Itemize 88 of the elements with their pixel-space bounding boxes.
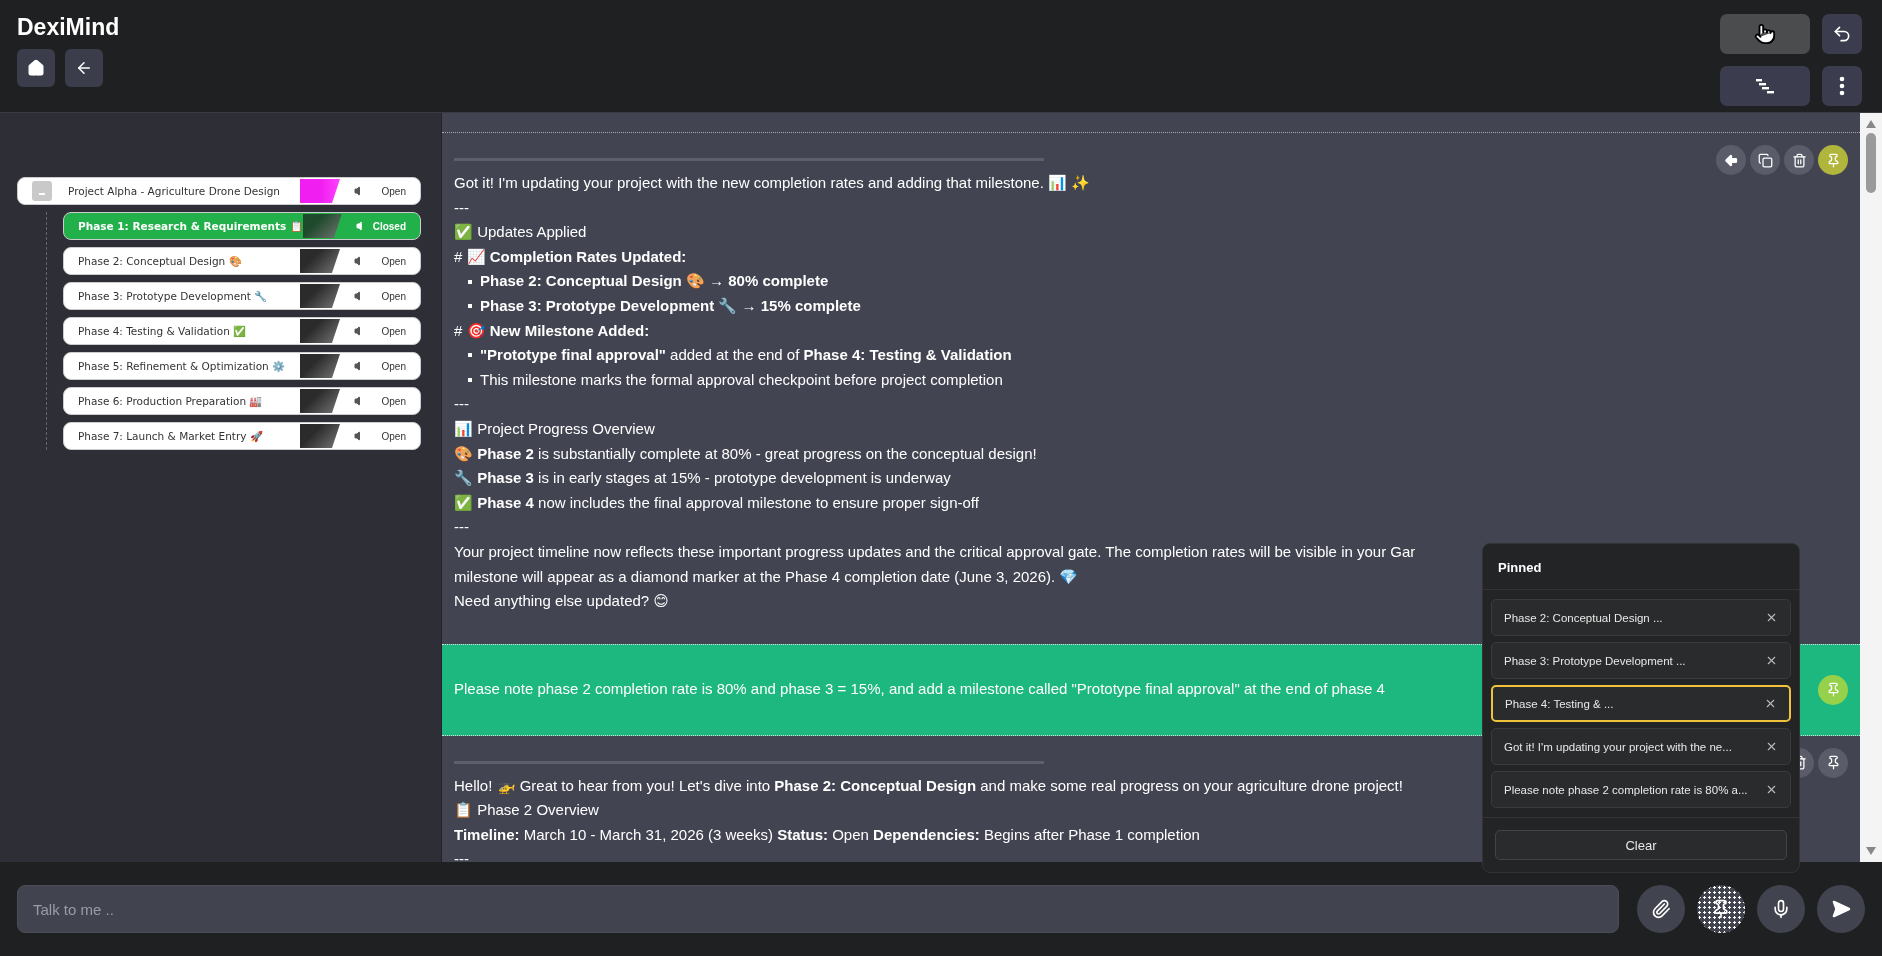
close-icon[interactable] — [1765, 783, 1778, 796]
pinned-item[interactable]: Phase 4: Testing & ... — [1491, 685, 1791, 722]
steps-icon — [1755, 78, 1775, 94]
attach-button[interactable] — [1637, 885, 1685, 933]
menu-icon — [1839, 76, 1845, 96]
message-text: 📋 Phase 2 Overview — [454, 800, 599, 821]
message-text: 🔧 Phase 3 is in early stages at 15% - prototype development is underway — [454, 468, 951, 489]
message-text: --- — [454, 517, 469, 538]
message-text: Phase 3: Prototype Development 🔧 → 15% complete — [480, 295, 861, 316]
message-text: ✅ Updates Applied — [454, 222, 587, 243]
message-text: # 🎯 New Milestone Added: — [454, 320, 650, 341]
close-icon[interactable] — [1765, 654, 1778, 667]
tree-item[interactable]: Phase 7: Launch & Market Entry 🚀 Open — [63, 422, 421, 450]
tree-item[interactable]: Phase 3: Prototype Development 🔧 Open — [63, 282, 421, 310]
close-icon[interactable] — [1765, 611, 1778, 624]
tree-item[interactable]: Phase 5: Refinement & Optimization ⚙ Open — [63, 352, 421, 380]
pinned-item[interactable]: Please note phase 2 completion rate is 80% a... — [1491, 771, 1791, 808]
delete-button[interactable] — [1784, 145, 1814, 175]
message-text: This milestone marks the formal approval checkpoint before project completion — [480, 369, 1003, 390]
message-text: --- — [454, 197, 469, 218]
send-button[interactable] — [1817, 885, 1865, 933]
menu-button[interactable] — [1822, 66, 1862, 106]
pin-button[interactable] — [1818, 747, 1848, 778]
mic-icon — [1771, 899, 1791, 919]
scroll-thumb[interactable] — [1866, 133, 1876, 193]
close-icon[interactable] — [1765, 740, 1778, 753]
copy-icon — [1757, 152, 1773, 168]
tree-item[interactable]: Phase 4: Testing & Validation ✅ Open — [63, 317, 421, 345]
message-text: # 📈 Completion Rates Updated: — [454, 246, 687, 267]
panel-title: Pinned — [1483, 544, 1799, 590]
message-text: Got it! I'm updating your project with the new completion rates and adding that milestone. 📊 ✨ — [454, 173, 1091, 193]
pinned-item[interactable]: Phase 2: Conceptual Design ... — [1491, 599, 1791, 636]
copy-button[interactable] — [1750, 145, 1780, 175]
pin-icon — [1825, 682, 1841, 698]
undo-button[interactable] — [1822, 14, 1862, 54]
close-icon[interactable] — [1764, 697, 1777, 710]
message-text: 🎨 Phase 2 is substantially complete at 80% - great progress on the conceptual design! — [454, 443, 1037, 464]
pin-icon — [1825, 755, 1841, 771]
message-text: "Prototype final approval" added at the end of Phase 4: Testing & Validation — [480, 345, 1012, 366]
pinned-item-label: Phase 2: Conceptual Design ... — [1504, 611, 1663, 624]
pinned-item[interactable]: Phase 3: Prototype Development ... — [1491, 642, 1791, 679]
pointer-button[interactable] — [1720, 14, 1810, 54]
message-text: Timeline: March 10 - March 31, 2026 (3 weeks) Status: Open Dependencies: Begins after Phase 1 completion — [454, 824, 1200, 845]
scroll-up-icon[interactable] — [1865, 119, 1877, 129]
message-text: Please note phase 2 completion rate is 80% and phase 3 = 15%, and add a milestone called "Prototype final approval" at the end of phase 4 — [454, 679, 1385, 700]
message-text: milestone will appear as a diamond marker at the Phase 4 completion date (June 3, 2026). 💎 — [454, 566, 1079, 587]
home-icon — [27, 59, 45, 77]
bullet-icon — [468, 378, 472, 383]
message-text: --- — [454, 849, 469, 862]
collapse-toggle[interactable] — [32, 181, 52, 201]
arrow-left-icon — [1723, 152, 1739, 168]
app-title: DexiMind — [17, 14, 120, 41]
timeline-button[interactable] — [1720, 66, 1810, 106]
hand-pointer-icon — [1754, 23, 1776, 45]
pin-icon — [1825, 152, 1841, 168]
home-button[interactable] — [17, 49, 55, 87]
message-text: Phase 2: Conceptual Design 🎨 → 80% complete — [480, 271, 829, 292]
pinned-item-label: Phase 3: Prototype Development ... — [1504, 654, 1686, 667]
pinned-item-label: Got it! I'm updating your project with the ne... — [1504, 740, 1732, 753]
pinned-item-label: Please note phase 2 completion rate is 80% a... — [1504, 783, 1748, 796]
tree-item[interactable]: Phase 2: Conceptual Design 🎨 Open — [63, 247, 421, 275]
send-icon — [1831, 899, 1851, 919]
tree-item[interactable]: Phase 6: Production Preparation 🏭 Open — [63, 387, 421, 415]
message-text: Need anything else updated? 😊 — [454, 591, 669, 612]
undo-icon — [1832, 24, 1852, 44]
bullet-icon — [468, 353, 472, 358]
clear-button[interactable]: Clear — [1495, 830, 1787, 860]
message-text: Your project timeline now reflects these important progress updates and the critical approval gate. The completion rates will be visible in your Gar — [454, 541, 1416, 562]
tree-item[interactable]: Project Alpha - Agriculture Drone Design Open — [17, 177, 421, 205]
message-text: --- — [454, 394, 469, 415]
message-text: ✅ Phase 4 now includes the final approval milestone to ensure proper sign-off — [454, 492, 979, 513]
scroll-down-icon[interactable] — [1865, 846, 1877, 856]
message-text: Hello! 🚁 Great to hear from you! Let's dive into Phase 2: Conceptual Design and make some real progress on your agriculture drone project! — [454, 775, 1403, 796]
message-text: 📊 Project Progress Overview — [454, 418, 655, 439]
message-input[interactable]: Talk to me .. — [17, 885, 1619, 933]
bullet-icon — [468, 279, 472, 284]
trash-icon — [1791, 152, 1807, 168]
bullet-icon — [468, 304, 472, 309]
scrollbar[interactable] — [1860, 113, 1882, 862]
paperclip-icon — [1651, 899, 1671, 919]
pin-button[interactable] — [1818, 145, 1848, 175]
pinned-item[interactable]: Got it! I'm updating your project with the ne... — [1491, 728, 1791, 765]
mic-button[interactable] — [1757, 885, 1805, 933]
arrow-icon-button[interactable] — [1716, 145, 1746, 175]
pin-button[interactable] — [1697, 885, 1745, 933]
pinned-item-label: Phase 4: Testing & ... — [1505, 697, 1614, 710]
back-button[interactable] — [65, 49, 103, 87]
pin-icon — [1711, 899, 1731, 919]
